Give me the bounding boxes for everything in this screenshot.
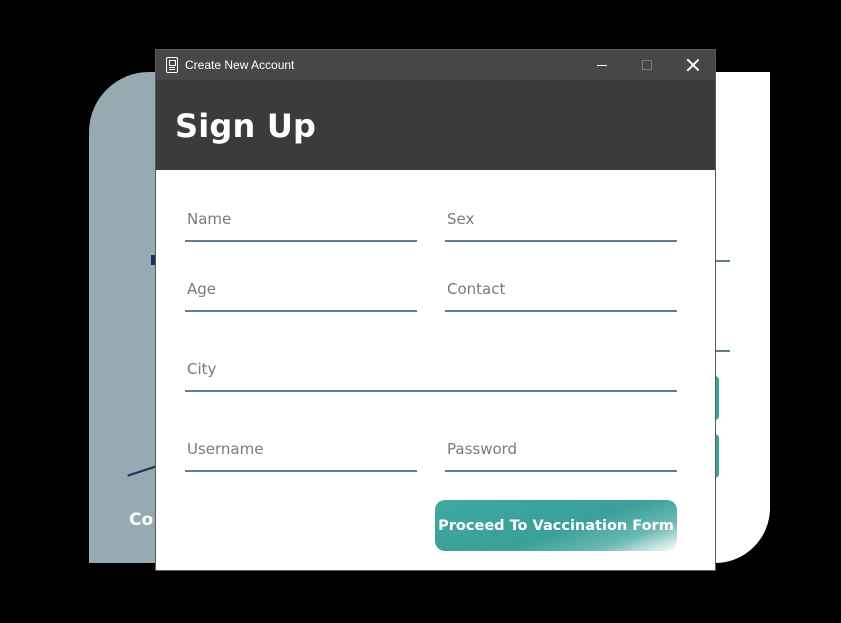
minimize-button[interactable] xyxy=(579,50,624,80)
password-input[interactable] xyxy=(445,430,677,468)
background-window-partial-text: Co xyxy=(129,510,154,530)
maximize-button[interactable] xyxy=(624,50,669,80)
close-icon xyxy=(687,59,699,71)
proceed-to-vaccination-form-button[interactable]: Proceed To Vaccination Form xyxy=(435,500,677,551)
window-title: Create New Account xyxy=(185,58,295,72)
contact-input[interactable] xyxy=(445,270,677,308)
username-input[interactable] xyxy=(185,430,417,468)
create-account-window: Create New Account Sign Up Name Sex Age … xyxy=(155,49,716,571)
page-title: Sign Up xyxy=(175,107,317,145)
window-titlebar[interactable]: Create New Account xyxy=(156,50,715,80)
close-button[interactable] xyxy=(670,50,715,80)
sex-field xyxy=(445,200,677,242)
minimize-icon xyxy=(596,64,607,66)
city-field xyxy=(185,350,677,392)
city-input[interactable] xyxy=(185,350,677,388)
contact-field xyxy=(445,270,677,312)
background-window-field-underline xyxy=(715,350,730,352)
signup-header: Sign Up xyxy=(156,80,715,170)
name-input[interactable] xyxy=(185,200,417,238)
app-form-icon xyxy=(166,57,178,73)
background-window-side-panel xyxy=(89,72,155,563)
maximize-icon xyxy=(641,60,652,70)
background-window-right-panel xyxy=(715,72,770,563)
sex-input[interactable] xyxy=(445,200,677,238)
password-field xyxy=(445,430,677,472)
age-input[interactable] xyxy=(185,270,417,308)
desktop: Co Create New Account Sign Up Name Sex A… xyxy=(0,0,841,623)
name-field xyxy=(185,200,417,242)
username-field xyxy=(185,430,417,472)
age-field xyxy=(185,270,417,312)
background-window-field-underline xyxy=(715,260,730,262)
